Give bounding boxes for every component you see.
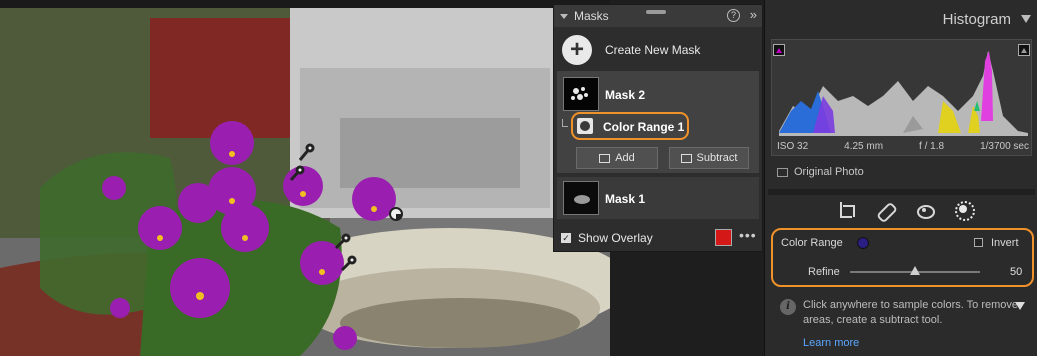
show-overlay-checkbox[interactable]: ✓	[561, 233, 571, 243]
plus-icon[interactable]: +	[562, 35, 592, 65]
invert-checkbox[interactable]	[974, 238, 983, 247]
refine-value[interactable]: 50	[1010, 266, 1022, 278]
right-panel: Histogram ISO 32 4.25 mm f / 1.8 1/3700 …	[764, 0, 1037, 356]
histogram-graph	[771, 39, 1032, 156]
red-eye-icon[interactable]	[914, 199, 936, 221]
learn-more-link[interactable]: Learn more	[803, 337, 859, 349]
color-range-1-label: Color Range 1	[603, 120, 685, 134]
masking-icon[interactable]	[953, 199, 975, 221]
photo-image[interactable]	[0, 8, 610, 356]
masks-title: Masks	[574, 9, 609, 23]
invert-label: Invert	[991, 237, 1019, 249]
panel-divider	[768, 189, 1035, 195]
mask-2-group[interactable]: Mask 2 Color Range 1 Add Subtract	[557, 71, 759, 173]
iso-value: ISO 32	[777, 141, 809, 152]
subtract-mask-icon	[680, 153, 692, 163]
add-mask-icon	[599, 153, 611, 163]
expand-panel-icon[interactable]: »	[750, 7, 757, 22]
create-new-mask-button[interactable]: + Create New Mask	[562, 35, 700, 65]
crop-icon[interactable]	[835, 199, 857, 221]
canvas-top-strip	[0, 0, 610, 8]
highlight-clipping-icon[interactable]	[1018, 44, 1030, 56]
exif-row: ISO 32 4.25 mm f / 1.8 1/3700 sec	[777, 141, 1029, 152]
mask-2-thumbnail[interactable]	[563, 77, 599, 111]
histogram-plot	[779, 51, 1028, 136]
mask-2-label: Mask 2	[605, 88, 646, 102]
refine-slider-thumb[interactable]	[910, 266, 920, 275]
healing-icon[interactable]	[874, 199, 896, 221]
collapse-caret-icon[interactable]	[560, 13, 568, 19]
histogram-title[interactable]: Histogram	[943, 11, 1011, 28]
show-overlay-row: ✓ Show Overlay •••	[561, 227, 757, 247]
histogram-collapse-icon[interactable]	[1021, 15, 1031, 23]
photo-canvas[interactable]	[0, 0, 610, 356]
original-photo-label: Original Photo	[794, 166, 864, 178]
focal-length-value: 4.25 mm	[844, 141, 884, 152]
subtract-label: Subtract	[696, 152, 738, 164]
info-icon: i	[780, 299, 796, 315]
sample-color-swatch[interactable]	[857, 237, 869, 249]
create-new-mask-label: Create New Mask	[605, 43, 701, 57]
color-range-settings: Color Range Invert Refine 50	[771, 228, 1034, 287]
masks-title-bar[interactable]: Masks ? »	[554, 5, 762, 27]
mask-1-label: Mask 1	[605, 192, 646, 206]
color-range-icon	[577, 118, 593, 134]
hint-text: Click anywhere to sample colors. To remo…	[803, 299, 1018, 326]
shutter-value: 1/3700 sec	[980, 141, 1029, 152]
aperture-value: f / 1.8	[919, 141, 945, 152]
subtract-button[interactable]: Subtract	[669, 147, 749, 169]
help-icon[interactable]: ?	[727, 9, 740, 22]
mask-2-thumbnail-image	[571, 87, 588, 100]
component-link-icon	[562, 119, 568, 127]
drag-grip-icon[interactable]	[646, 10, 666, 14]
overlay-color-swatch[interactable]	[715, 229, 732, 246]
original-photo-toggle[interactable]: Original Photo	[777, 166, 864, 178]
more-options-icon[interactable]: •••	[739, 227, 757, 243]
add-button[interactable]: Add	[576, 147, 658, 169]
mask-1-thumbnail[interactable]	[563, 181, 599, 215]
mask-1-group[interactable]: Mask 1	[557, 177, 759, 219]
hint-collapse-icon[interactable]	[1015, 302, 1025, 310]
shadow-clipping-icon[interactable]	[773, 44, 785, 56]
show-overlay-label: Show Overlay	[578, 231, 653, 245]
tool-strip	[835, 198, 975, 222]
original-photo-icon	[777, 167, 788, 177]
masks-panel: Masks ? » + Create New Mask Mask 2 Color…	[553, 4, 763, 252]
add-label: Add	[615, 152, 635, 164]
color-range-label: Color Range	[781, 237, 843, 249]
refine-label: Refine	[808, 266, 840, 278]
